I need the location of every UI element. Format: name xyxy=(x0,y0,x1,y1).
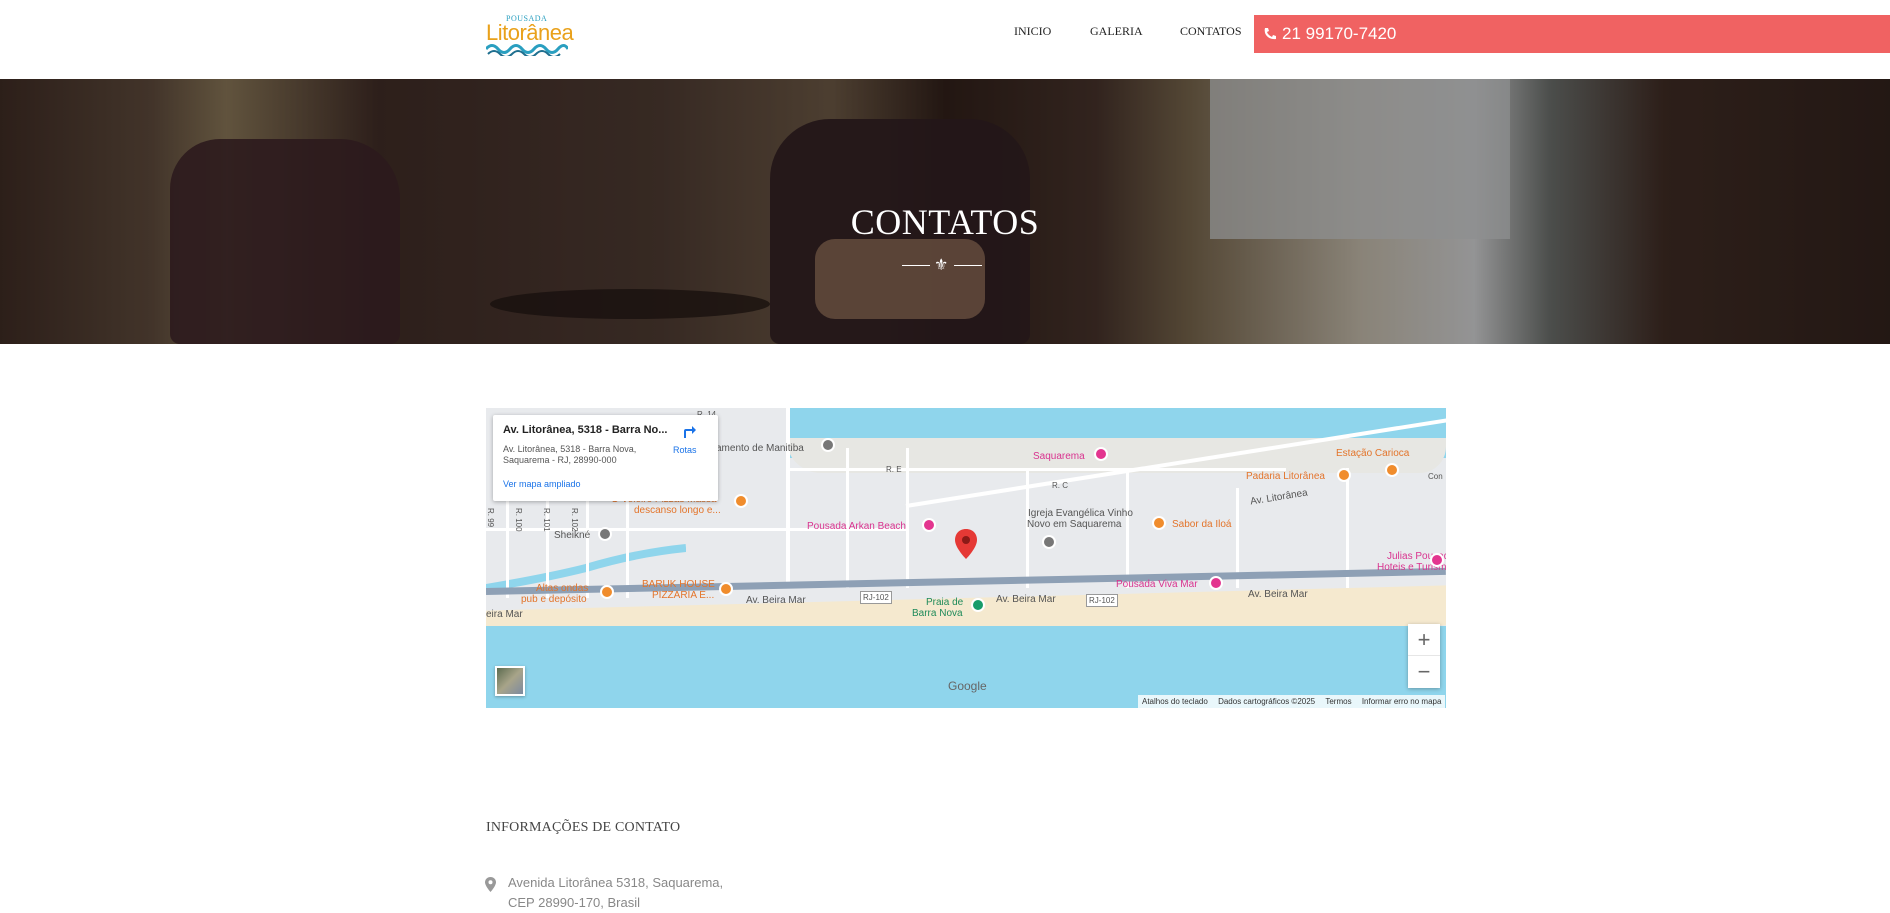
nav-contatos[interactable]: CONTATOS xyxy=(1180,24,1242,39)
map-label[interactable]: BARUK HOUSE xyxy=(642,579,715,590)
info-card-address: Av. Litorânea, 5318 - Barra Nova, xyxy=(503,444,637,454)
directions-icon[interactable] xyxy=(681,423,697,439)
location-marker-icon[interactable] xyxy=(955,529,977,559)
map-label[interactable]: Barra Nova xyxy=(912,608,963,619)
map-label: R. C xyxy=(1052,481,1068,490)
map-road xyxy=(1126,468,1129,588)
site-logo[interactable]: POUSADA Litorânea xyxy=(486,14,574,56)
map-road xyxy=(786,408,790,588)
map-pin-icon[interactable] xyxy=(971,598,985,612)
map-label[interactable]: Praia de xyxy=(926,597,963,608)
map-label: R. 99 xyxy=(486,508,495,528)
map-label: RJ-102 xyxy=(1086,594,1118,607)
map-label[interactable]: Igreja Evangélica Vinho xyxy=(1028,508,1133,519)
phone-number: 21 99170-7420 xyxy=(1282,24,1397,43)
map-label: Av. Litorânea xyxy=(1249,487,1309,508)
hero-banner: CONTATOS ⚜ xyxy=(0,79,1890,344)
zoom-control: + − xyxy=(1408,624,1440,688)
map-pin-icon[interactable] xyxy=(1042,535,1056,549)
map-label: Av. Beira Mar xyxy=(1248,589,1308,600)
contact-address-line: CEP 28990-170, Brasil xyxy=(508,895,641,910)
info-card-title: Av. Litorânea, 5318 - Barra No... xyxy=(503,424,668,436)
map-pin-icon[interactable] xyxy=(598,527,612,541)
title-ornament: ⚜ xyxy=(902,257,982,275)
map-label[interactable]: Pousada Viva Mar xyxy=(1116,579,1198,590)
nav-galeria[interactable]: GALERIA xyxy=(1090,24,1143,39)
map-pin-icon[interactable] xyxy=(922,518,936,532)
map-pin-icon[interactable] xyxy=(1430,553,1444,567)
map-pin-icon[interactable] xyxy=(1337,468,1351,482)
map-data-text: Dados cartográficos ©2025 xyxy=(1218,697,1316,706)
directions-link[interactable]: Rotas xyxy=(673,445,697,455)
contact-info-title: INFORMAÇÕES DE CONTATO xyxy=(486,820,681,835)
map-label[interactable]: Sabor da Iloá xyxy=(1172,519,1232,530)
zoom-in-button[interactable]: + xyxy=(1408,624,1440,656)
map-label: Av. Beira Mar xyxy=(996,594,1056,605)
map-label: eira Mar xyxy=(486,609,523,620)
map-label[interactable]: PIZZARIA E... xyxy=(652,590,714,601)
phone-bar[interactable]: 21 99170-7420 xyxy=(1254,15,1890,53)
map-label: Av. Beira Mar xyxy=(746,595,806,606)
map-label[interactable]: Estação Carioca xyxy=(1336,448,1409,459)
satellite-toggle-button[interactable] xyxy=(495,666,525,696)
map-pin-icon[interactable] xyxy=(1152,516,1166,530)
terms-link[interactable]: Termos xyxy=(1321,695,1355,708)
map-label: amento de Manitiba xyxy=(716,443,804,454)
keyboard-shortcuts-link[interactable]: Atalhos do teclado xyxy=(1138,695,1212,708)
map-pin-icon[interactable] xyxy=(1209,576,1223,590)
map-label[interactable]: Pousada Arkan Beach xyxy=(807,521,906,532)
map-pin-icon[interactable] xyxy=(1385,463,1399,477)
ornament-line-right xyxy=(954,265,982,266)
report-error-link[interactable]: Informar erro no mapa xyxy=(1358,695,1446,708)
map-attribution: Atalhos do teclado Dados cartográficos ©… xyxy=(1138,695,1446,708)
map-label: Con xyxy=(1428,472,1443,481)
map-road xyxy=(786,468,1286,471)
map-label[interactable]: Padaria Litorânea xyxy=(1246,471,1325,482)
fleur-de-lis-icon: ⚜ xyxy=(934,257,949,274)
map-label[interactable]: pub e depósito xyxy=(521,594,587,605)
map-label: R. E xyxy=(886,465,902,474)
map-pin-icon[interactable] xyxy=(734,494,748,508)
google-map[interactable]: amento de Manitiba Saquarema Estação Car… xyxy=(486,408,1446,708)
phone-icon xyxy=(1264,28,1276,40)
map-label: R. 100 xyxy=(514,508,523,532)
map-info-card: Av. Litorânea, 5318 - Barra No... Av. Li… xyxy=(493,415,718,501)
nav-inicio[interactable]: INICIO xyxy=(1014,24,1051,39)
map-pin-icon[interactable] xyxy=(1094,447,1108,461)
ornament-line-left xyxy=(902,265,930,266)
zoom-out-button[interactable]: − xyxy=(1408,656,1440,688)
map-label: RJ-102 xyxy=(860,591,892,604)
map-label: R. 102 xyxy=(570,508,579,532)
view-larger-map-link[interactable]: Ver mapa ampliado xyxy=(503,479,581,489)
map-label[interactable]: Novo em Saquarema xyxy=(1027,519,1122,530)
wave-logo-icon xyxy=(486,44,568,56)
info-card-address: Saquarema - RJ, 28990-000 xyxy=(503,455,617,465)
contact-address-line: Avenida Litorânea 5318, Saquarema, xyxy=(508,875,724,890)
google-logo[interactable]: Google xyxy=(948,679,987,693)
page-title: CONTATOS xyxy=(850,202,1040,242)
map-pin-icon[interactable] xyxy=(600,585,614,599)
site-header: POUSADA Litorânea INICIO GALERIA CONTATO… xyxy=(0,0,1890,79)
map-label: R. 101 xyxy=(542,508,551,532)
map-label[interactable]: Saquarema xyxy=(1033,451,1085,462)
map-label[interactable]: Altas ondas xyxy=(536,583,588,594)
location-pin-icon xyxy=(485,877,496,892)
map-pin-icon[interactable] xyxy=(821,438,835,452)
map-label[interactable]: descanso longo e... xyxy=(634,505,721,516)
map-pin-icon[interactable] xyxy=(719,582,733,596)
